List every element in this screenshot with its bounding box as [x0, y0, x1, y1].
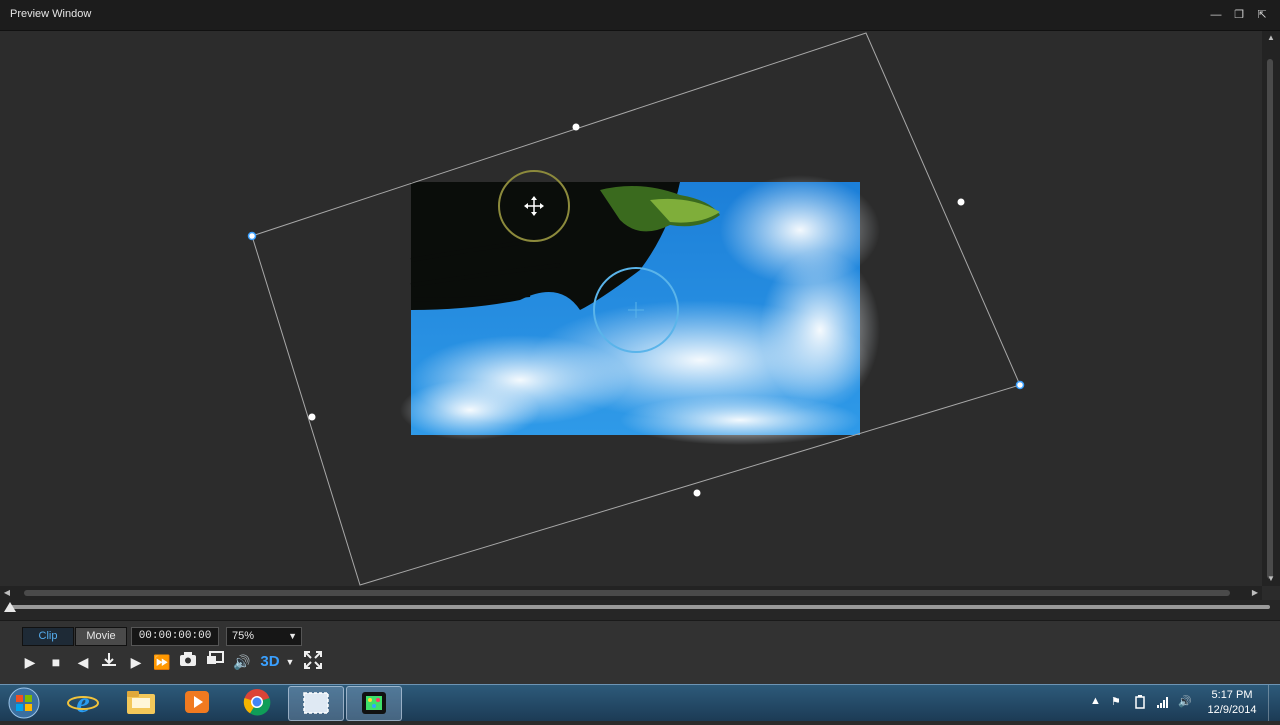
previous-frame-button[interactable]: ◀	[72, 651, 94, 673]
title-bar: Preview Window — ❐ ⇱	[0, 0, 1280, 31]
playhead-knob[interactable]	[4, 602, 16, 612]
vertical-scroll-thumb[interactable]	[1267, 59, 1273, 579]
restore-button[interactable]: ❐	[1229, 6, 1249, 24]
timeline-track[interactable]	[8, 605, 1270, 609]
volume-button[interactable]: 🔊	[231, 651, 253, 673]
windows-logo-icon	[8, 687, 40, 719]
tray-expand-icon[interactable]: ▲	[1090, 695, 1101, 707]
minimize-button[interactable]: —	[1206, 6, 1226, 24]
taskbar-file-explorer[interactable]	[114, 686, 168, 719]
stop-button[interactable]: ■	[45, 651, 67, 673]
undock-button[interactable]: ⇱	[1252, 6, 1272, 24]
folder-icon	[127, 691, 155, 714]
chevron-down-icon[interactable]: ▼	[288, 628, 297, 645]
taskbar-media-player[interactable]	[170, 686, 224, 719]
scroll-down-icon[interactable]: ▼	[1262, 572, 1280, 586]
movie-mode-button[interactable]: Movie	[75, 627, 127, 646]
zoom-dropdown[interactable]: 75% ▼	[226, 627, 302, 646]
clock-time: 5:17 PM	[1211, 689, 1253, 701]
scroll-right-icon[interactable]: ▶	[1248, 586, 1262, 600]
step-marker-icon	[102, 653, 116, 666]
battery-plug-icon	[1135, 695, 1145, 709]
taskbar-video-editor[interactable]	[346, 686, 402, 721]
start-button[interactable]	[4, 686, 44, 720]
expand-icon	[304, 651, 322, 669]
chrome-icon	[243, 689, 271, 716]
snipping-tool-icon	[303, 692, 329, 714]
previous-frame-alt-button[interactable]	[98, 651, 120, 673]
taskbar-snipping-tool[interactable]	[288, 686, 344, 721]
media-player-icon	[185, 691, 209, 713]
internet-explorer-icon: e	[67, 686, 99, 719]
volume-tray-icon[interactable]: 🔊	[1178, 695, 1192, 708]
3d-options-dropdown[interactable]: ▼	[285, 651, 295, 673]
preview-canvas[interactable]	[0, 31, 1262, 586]
snapshot-button[interactable]	[177, 651, 199, 673]
fast-forward-button[interactable]: ⏩	[151, 651, 173, 673]
display-mode-button[interactable]	[204, 651, 226, 673]
clip-mode-button[interactable]: Clip	[22, 627, 74, 646]
svg-text:e: e	[76, 686, 89, 718]
zoom-value: 75%	[232, 630, 255, 642]
corner-handle-bottom-right[interactable]	[1015, 380, 1025, 390]
window-title: Preview Window	[10, 8, 92, 20]
scroll-left-icon[interactable]: ◀	[0, 586, 14, 600]
system-clock[interactable]: 5:17 PM 12/9/2014	[1202, 688, 1262, 718]
show-desktop-button[interactable]	[1268, 685, 1280, 721]
taskbar: e ▲ ⚑ 🔊 5:17 PM 12/9/2014	[0, 684, 1280, 721]
horizontal-scrollbar[interactable]: ◀ ▶	[0, 586, 1262, 600]
3d-mode-button[interactable]: 3D	[259, 651, 281, 673]
vertical-scrollbar[interactable]: ▲ ▼	[1262, 31, 1280, 586]
taskbar-chrome[interactable]	[230, 686, 284, 719]
resize-handle-right[interactable]	[957, 198, 965, 206]
resize-handle-top[interactable]	[572, 123, 580, 131]
signal-bars-icon	[1157, 697, 1168, 708]
horizontal-scroll-thumb[interactable]	[24, 590, 1230, 596]
camera-icon	[180, 652, 196, 666]
video-editor-icon	[362, 692, 386, 714]
resize-handle-left[interactable]	[308, 413, 316, 421]
playback-controls: Clip Movie 00:00:00:00 75% ▼ ▶ ■ ◀ ▶ ⏩ 🔊…	[0, 620, 1280, 685]
fullscreen-button[interactable]	[302, 651, 324, 673]
network-icon[interactable]	[1156, 695, 1170, 712]
next-frame-button[interactable]: ▶	[125, 651, 147, 673]
corner-handle-top-left[interactable]	[247, 231, 257, 241]
monitor-icon	[207, 651, 224, 664]
play-button[interactable]: ▶	[19, 651, 41, 673]
taskbar-internet-explorer[interactable]: e	[56, 686, 110, 719]
resize-handle-bottom[interactable]	[693, 489, 701, 497]
scroll-up-icon[interactable]: ▲	[1262, 31, 1280, 45]
preview-stage[interactable]	[0, 31, 1262, 586]
power-icon[interactable]	[1133, 695, 1147, 712]
timecode-field[interactable]: 00:00:00:00	[131, 627, 219, 646]
clock-date: 12/9/2014	[1207, 704, 1257, 716]
action-center-flag-icon[interactable]: ⚑	[1111, 695, 1121, 708]
timeline-slider[interactable]	[0, 600, 1280, 620]
